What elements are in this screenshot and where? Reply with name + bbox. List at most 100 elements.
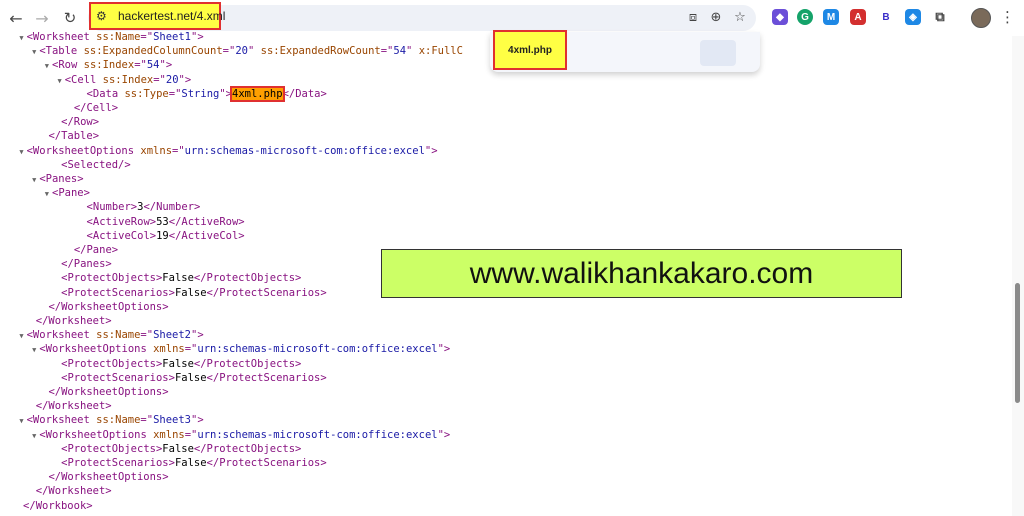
- xml-line: <ProtectScenarios>False</ProtectScenario…: [61, 371, 327, 385]
- xml-val: 54: [393, 45, 407, 58]
- xml-tag: </Panes>: [61, 258, 112, 271]
- profile-avatar[interactable]: [971, 8, 991, 28]
- reload-icon[interactable]: ↻: [60, 8, 80, 28]
- xml-tag: ">: [178, 73, 192, 86]
- xml-tag: ">: [219, 87, 232, 100]
- xml-tag: </Worksheet>: [35, 485, 112, 498]
- xml-val: urn:schemas-microsoft-com:office:excel: [184, 144, 425, 157]
- xml-line: </Table>: [48, 129, 99, 143]
- bookmark-star-icon[interactable]: ☆: [731, 8, 749, 26]
- xml-tag: <Worksheet: [26, 414, 97, 427]
- xml-val: Sheet3: [153, 414, 192, 427]
- page-search-icon[interactable]: ⧈: [684, 8, 702, 26]
- collapse-triangle-icon[interactable]: ▼: [32, 346, 36, 354]
- xml-tag: </Row>: [61, 116, 100, 129]
- xml-tag: </ProtectObjects>: [193, 357, 302, 370]
- xml-tag: <Pane>: [52, 187, 90, 200]
- collapse-triangle-icon[interactable]: ▼: [19, 332, 23, 340]
- back-arrow-icon[interactable]: ←: [6, 8, 26, 28]
- grammarly-icon[interactable]: G: [797, 9, 813, 25]
- xml-tag: </Worksheet>: [35, 315, 112, 327]
- xml-line: ▼ <Worksheet ss:Name="Sheet3">: [19, 413, 203, 427]
- xml-line: ▼ <Worksheet ss:Name="Sheet2">: [19, 328, 204, 342]
- xml-tag: =": [184, 428, 198, 441]
- zoom-icon[interactable]: ⊕: [707, 8, 725, 26]
- find-popup-shade: [700, 40, 736, 66]
- collapse-triangle-icon[interactable]: ▼: [58, 77, 62, 85]
- xml-tag: </Worksheet>: [35, 400, 112, 413]
- xml-tag: <ActiveRow>: [86, 215, 157, 228]
- xml-txt: False: [162, 357, 194, 370]
- collapse-triangle-icon[interactable]: ▼: [45, 62, 49, 70]
- extension-m-icon[interactable]: M: [823, 9, 839, 25]
- xml-txt: False: [162, 442, 194, 455]
- xml-tag: </Pane>: [73, 244, 119, 256]
- xml-tag: =": [380, 45, 394, 58]
- xml-tag: <Data: [86, 87, 125, 100]
- xml-line: <Data ss:Type="String">4xml.php</Data>: [86, 85, 327, 102]
- extension-b-icon[interactable]: B: [878, 9, 894, 25]
- xml-tag: </WorksheetOptions>: [48, 300, 169, 313]
- xml-tag: =": [184, 343, 198, 356]
- xml-line: <ActiveRow>53</ActiveRow>: [87, 215, 245, 229]
- xml-tag: </Table>: [48, 130, 100, 143]
- xml-line: <ProtectObjects>False</ProtectObjects>: [61, 271, 301, 285]
- xml-tag: </ProtectObjects>: [193, 442, 302, 455]
- xml-attr: ss:Name: [96, 329, 141, 342]
- find-text: 4xml.php: [508, 44, 552, 56]
- xml-tag: </ProtectScenarios>: [206, 286, 327, 299]
- site-info-icon[interactable]: ⚙: [96, 9, 107, 23]
- xml-line: </Cell>: [74, 101, 118, 115]
- xml-line: </WorksheetOptions>: [48, 470, 168, 484]
- menu-icon[interactable]: ⋮: [1000, 8, 1015, 26]
- scrollbar-thumb[interactable]: [1015, 283, 1020, 403]
- collapse-triangle-icon[interactable]: ▼: [19, 34, 23, 42]
- xml-tag: <Row: [52, 59, 84, 72]
- find-highlight-box: 4xml.php: [493, 30, 567, 70]
- xml-tag: ">: [159, 59, 173, 72]
- xml-tag: </Data>: [282, 87, 327, 100]
- puzzle-icon[interactable]: ⧉: [932, 9, 948, 25]
- watermark-banner: www.walikhankakaro.com: [381, 249, 902, 298]
- forward-arrow-icon[interactable]: →: [32, 8, 52, 28]
- xml-line: </WorksheetOptions>: [48, 300, 168, 314]
- xml-line: </Panes>: [61, 257, 112, 271]
- collapse-triangle-icon[interactable]: ▼: [32, 48, 36, 56]
- xml-tag: <ProtectObjects>: [61, 357, 163, 370]
- xml-line: </Pane>: [74, 243, 118, 257]
- scrollbar[interactable]: [1012, 36, 1024, 516]
- url-text[interactable]: hackertest.net/4.xml: [118, 9, 225, 23]
- collapse-triangle-icon[interactable]: ▼: [32, 176, 36, 184]
- collapse-triangle-icon[interactable]: ▼: [19, 148, 23, 156]
- xml-txt: 19: [156, 229, 169, 242]
- xml-line: ▼ <Cell ss:Index="20">: [58, 73, 192, 87]
- xml-tag: <Cell: [64, 73, 103, 86]
- collapse-triangle-icon[interactable]: ▼: [45, 190, 49, 198]
- tag-icon[interactable]: ◈: [905, 9, 921, 25]
- xml-line: </Worksheet>: [36, 399, 112, 413]
- xml-tag: <ProtectObjects>: [61, 272, 163, 285]
- xml-tag: <Selected/>: [61, 158, 131, 171]
- collapse-triangle-icon[interactable]: ▼: [32, 432, 36, 440]
- xml-attr: xmlns: [153, 428, 185, 441]
- xml-tag: ">: [437, 428, 451, 441]
- xml-val: String: [181, 87, 220, 100]
- xml-line: ▼ <Pane>: [45, 186, 90, 200]
- xml-tag: <WorksheetOptions: [26, 144, 141, 157]
- extension-purple-icon[interactable]: ◆: [772, 9, 788, 25]
- xml-line: <ProtectObjects>False</ProtectObjects>: [61, 442, 301, 456]
- xml-tag: </ProtectObjects>: [193, 272, 302, 285]
- xml-tag: </Workbook>: [23, 499, 93, 512]
- xml-val: Sheet2: [153, 329, 192, 342]
- xml-tag: ">: [191, 329, 204, 342]
- xml-tag: <ProtectScenarios>: [61, 286, 175, 299]
- xml-tag: =": [140, 329, 154, 342]
- xml-txt: False: [174, 457, 207, 469]
- xml-tag: </WorksheetOptions>: [48, 471, 169, 484]
- xml-tag: </ProtectScenarios>: [206, 371, 327, 384]
- pdf-icon[interactable]: A: [850, 9, 866, 25]
- banner-text: www.walikhankakaro.com: [469, 256, 814, 290]
- xml-line: </Row>: [61, 115, 99, 129]
- collapse-triangle-icon[interactable]: ▼: [19, 417, 23, 425]
- xml-line: <ProtectScenarios>False</ProtectScenario…: [61, 456, 327, 470]
